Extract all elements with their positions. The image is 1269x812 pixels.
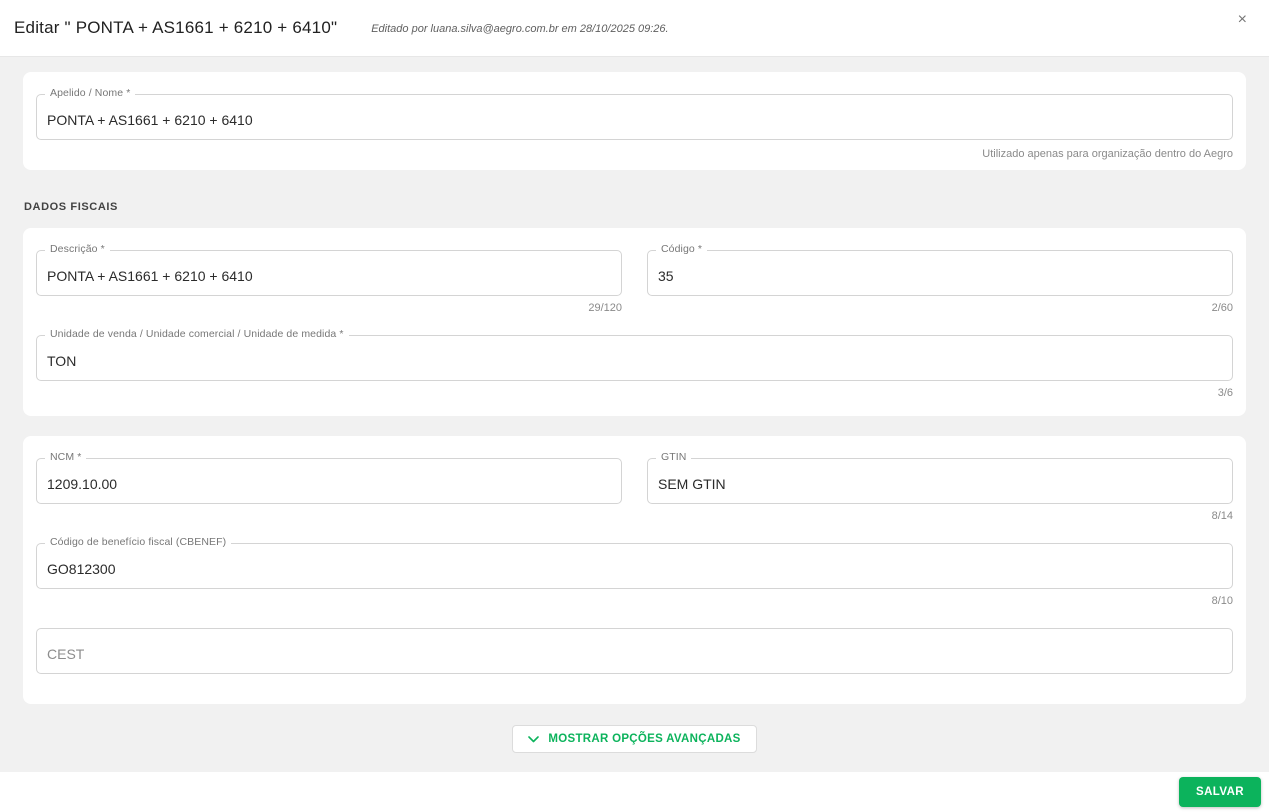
show-advanced-options-button[interactable]: MOSTRAR OPÇÕES AVANÇADAS (512, 725, 756, 753)
apelido-nome-input[interactable] (36, 94, 1233, 140)
ncm-input[interactable] (36, 458, 622, 504)
card-apelido-nome: Apelido / Nome * Utilizado apenas para o… (23, 72, 1246, 170)
apelido-helper-text: Utilizado apenas para organização dentro… (36, 148, 1233, 160)
ncm-counter-spacer (36, 510, 622, 523)
section-dados-fiscais: DADOS FISCAIS (24, 201, 1246, 213)
gtin-field-group: GTIN 8/14 (647, 458, 1233, 523)
codigo-counter: 2/60 (647, 302, 1233, 315)
gtin-input[interactable] (647, 458, 1233, 504)
form-body: Apelido / Nome * Utilizado apenas para o… (0, 57, 1269, 772)
page-title: Editar " PONTA + AS1661 + 6210 + 6410" (14, 18, 337, 38)
save-button[interactable]: SALVAR (1179, 777, 1261, 807)
dialog-header: Editar " PONTA + AS1661 + 6210 + 6410" E… (0, 0, 1269, 57)
dialog-footer: SALVAR (0, 772, 1269, 812)
codigo-input[interactable] (647, 250, 1233, 296)
descricao-counter: 29/120 (36, 302, 622, 315)
advanced-options-row: MOSTRAR OPÇÕES AVANÇADAS (23, 725, 1246, 753)
gtin-counter: 8/14 (647, 510, 1233, 523)
show-advanced-options-label: MOSTRAR OPÇÕES AVANÇADAS (548, 733, 740, 745)
unidade-field-group: Unidade de venda / Unidade comercial / U… (36, 335, 1233, 400)
ncm-field-group: NCM * (36, 458, 622, 523)
close-icon[interactable]: × (1232, 8, 1253, 32)
ncm-label: NCM * (45, 451, 86, 463)
descricao-input[interactable] (36, 250, 622, 296)
codigo-field-group: Código * 2/60 (647, 250, 1233, 315)
chevron-down-icon (528, 736, 539, 743)
edited-by-note: Editado por luana.silva@aegro.com.br em … (371, 21, 668, 35)
gtin-label: GTIN (656, 451, 691, 463)
cest-input[interactable] (36, 628, 1233, 674)
unidade-counter: 3/6 (36, 387, 1233, 400)
cest-field-group (36, 628, 1233, 674)
cbenef-input[interactable] (36, 543, 1233, 589)
unidade-label: Unidade de venda / Unidade comercial / U… (45, 328, 349, 340)
cbenef-field-group: Código de benefício fiscal (CBENEF) 8/10 (36, 543, 1233, 608)
cbenef-counter: 8/10 (36, 595, 1233, 608)
descricao-label: Descrição * (45, 243, 110, 255)
descricao-field-group: Descrição * 29/120 (36, 250, 622, 315)
codigo-label: Código * (656, 243, 707, 255)
unidade-input[interactable] (36, 335, 1233, 381)
cbenef-label: Código de benefício fiscal (CBENEF) (45, 536, 231, 548)
card-dados-fiscais-1: Descrição * 29/120 Código * 2/60 Unidade… (23, 228, 1246, 416)
card-dados-fiscais-2: NCM * GTIN 8/14 Código de benefício fisc… (23, 436, 1246, 704)
apelido-nome-label: Apelido / Nome * (45, 87, 135, 99)
